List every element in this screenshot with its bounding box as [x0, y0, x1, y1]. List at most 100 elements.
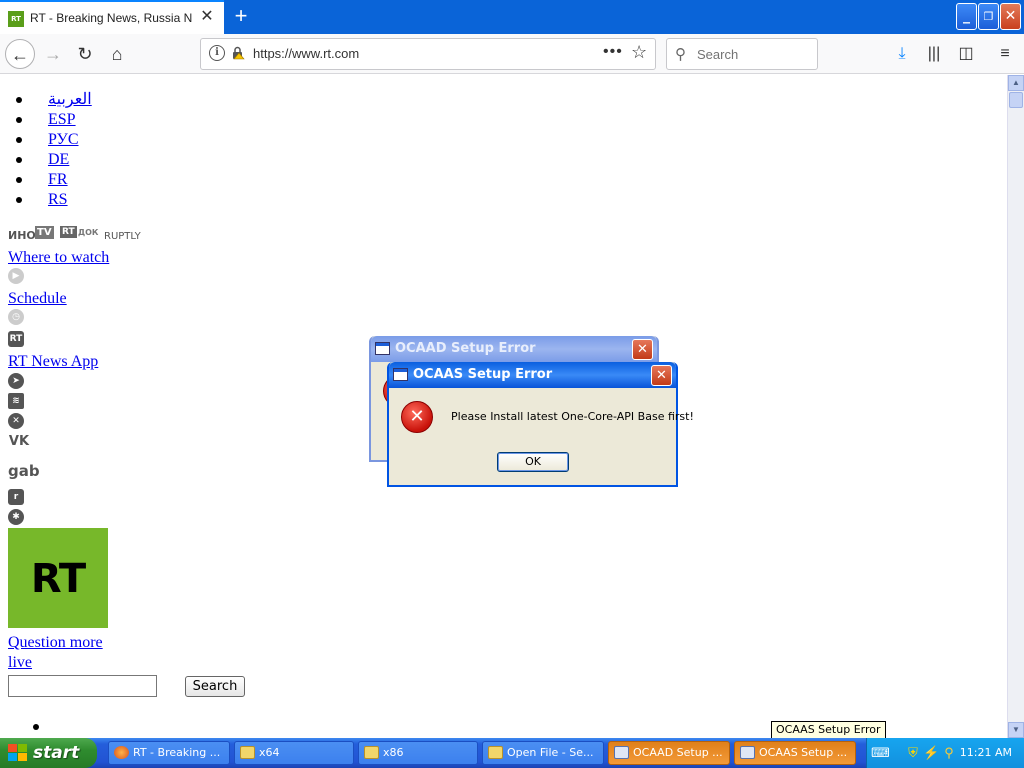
- site-search-button[interactable]: Search: [185, 676, 245, 697]
- keyboard-icon[interactable]: ⌨: [871, 745, 890, 761]
- url-text[interactable]: https://www.rt.com: [253, 46, 359, 61]
- language-list: العربية ESP РУС DE FR RS: [16, 90, 92, 210]
- taskbar-item-ocaas[interactable]: OCAAS Setup ...: [734, 741, 856, 765]
- taskbar-item-label: OCAAS Setup ...: [759, 746, 848, 759]
- start-button[interactable]: start: [0, 738, 97, 768]
- close-tab-icon[interactable]: ✕: [198, 8, 216, 26]
- folder-icon: [364, 746, 379, 759]
- minimize-window-button[interactable]: _: [956, 3, 977, 30]
- ruptly-logo[interactable]: RUPTLY: [104, 231, 141, 242]
- language-link-fr[interactable]: FR: [48, 171, 68, 188]
- firefox-icon: [114, 746, 129, 759]
- window-icon: [375, 342, 390, 355]
- taskbar-item-label: x86: [383, 746, 404, 759]
- live-link[interactable]: live: [8, 654, 32, 672]
- setup-icon: [740, 746, 755, 759]
- play-icon: ▶: [8, 268, 24, 284]
- rss-icon[interactable]: ≋: [8, 393, 24, 409]
- folder-icon: [240, 746, 255, 759]
- rumble-icon[interactable]: r: [8, 489, 24, 505]
- search-tray-icon[interactable]: ⚲: [941, 745, 957, 761]
- x-twitter-icon[interactable]: ✕: [8, 413, 24, 429]
- bookmark-star-icon[interactable]: ☆: [631, 42, 647, 63]
- scroll-down-arrow-icon[interactable]: ▼: [1008, 722, 1024, 738]
- taskbar-item-ocaad[interactable]: OCAAD Setup ...: [608, 741, 730, 765]
- taskbar-item-label: RT - Breaking ...: [133, 746, 221, 759]
- clock[interactable]: 11:21 AM: [960, 746, 1012, 759]
- site-search-input[interactable]: [8, 675, 157, 697]
- window-icon: [393, 368, 408, 381]
- library-icon[interactable]: |||: [922, 42, 946, 66]
- close-dialog-button[interactable]: ✕: [632, 339, 653, 360]
- taskbar-item-open-file[interactable]: Open File - Se...: [482, 741, 604, 765]
- network-icon[interactable]: ⚡: [923, 745, 939, 761]
- menu-hamburger-icon[interactable]: ≡: [993, 42, 1017, 66]
- reload-icon[interactable]: ↻: [70, 39, 100, 69]
- schedule-link[interactable]: Schedule: [8, 290, 67, 308]
- scrollbar-thumb[interactable]: [1009, 92, 1023, 108]
- telegram-icon[interactable]: ➤: [8, 373, 24, 389]
- language-link-de[interactable]: DE: [48, 151, 69, 168]
- list-bullet: [33, 724, 39, 730]
- inotv-logo[interactable]: ИНО: [8, 229, 36, 242]
- taskbar-item-label: OCAAD Setup ...: [633, 746, 723, 759]
- system-tray: ⌨ ⛨ ⚡ ⚲ 11:21 AM: [866, 738, 1024, 768]
- dialog-title: OCAAS Setup Error: [413, 367, 553, 382]
- taskbar-item-x86[interactable]: x86: [358, 741, 478, 765]
- where-to-watch-link[interactable]: Where to watch: [8, 249, 109, 267]
- url-bar[interactable]: i https://www.rt.com ••• ☆: [200, 38, 656, 70]
- list-item: العربية: [16, 90, 92, 110]
- browser-tab-rt[interactable]: RT RT - Breaking News, Russia News, Worl…: [0, 0, 224, 34]
- download-icon[interactable]: ⤓: [890, 42, 914, 66]
- taskbar-item-firefox[interactable]: RT - Breaking ...: [108, 741, 230, 765]
- language-link-rs[interactable]: RS: [48, 191, 68, 208]
- taskbar: start RT - Breaking ... x64 x86 Open Fil…: [0, 738, 1024, 768]
- windows-flag-icon: [8, 744, 28, 762]
- language-link-esp[interactable]: ESP: [48, 111, 76, 128]
- ocaas-error-dialog[interactable]: OCAAS Setup Error ✕ ✕ Please Install lat…: [387, 362, 694, 487]
- setup-icon: [614, 746, 629, 759]
- language-link-arabic[interactable]: العربية: [48, 91, 92, 108]
- dialog-title: OCAAD Setup Error: [395, 341, 536, 356]
- close-window-button[interactable]: ✕: [1000, 3, 1021, 30]
- taskbar-item-label: x64: [259, 746, 280, 759]
- rt-news-app-link[interactable]: RT News App: [8, 353, 98, 371]
- taskbar-item-x64[interactable]: x64: [234, 741, 354, 765]
- security-shield-icon[interactable]: ⛨: [905, 745, 921, 761]
- odysee-icon[interactable]: ✱: [8, 509, 24, 525]
- search-bar-placeholder: Search: [697, 47, 739, 62]
- list-item: RS: [16, 190, 92, 210]
- rt-logo[interactable]: RT: [8, 528, 108, 628]
- sidebar-icon[interactable]: ◫: [954, 42, 978, 66]
- rt-favicon-icon: RT: [8, 11, 24, 27]
- language-link-rus[interactable]: РУС: [48, 131, 79, 148]
- inotv-tv-logo[interactable]: TV: [35, 226, 54, 239]
- vk-icon[interactable]: VK: [8, 434, 30, 450]
- new-tab-plus-icon[interactable]: +: [230, 4, 252, 28]
- question-more-link[interactable]: Question more: [8, 634, 103, 652]
- rtdoc-logo[interactable]: RT: [60, 226, 77, 238]
- list-item: РУС: [16, 130, 92, 150]
- restore-window-button[interactable]: ❐: [978, 3, 999, 30]
- page-actions-icon[interactable]: •••: [603, 43, 623, 61]
- folder-icon: [488, 746, 503, 759]
- taskbar-item-label: Open File - Se...: [507, 746, 594, 759]
- dialog-titlebar[interactable]: OCAAS Setup Error ✕: [389, 362, 676, 388]
- browser-navbar: ← → ↻ ⌂ i https://www.rt.com ••• ☆ ⚲ Sea…: [0, 34, 1024, 74]
- dialog-titlebar[interactable]: OCAAD Setup Error ✕: [371, 336, 657, 362]
- home-icon[interactable]: ⌂: [102, 39, 132, 69]
- clock-icon: ◷: [8, 309, 24, 325]
- close-dialog-button[interactable]: ✕: [651, 365, 672, 386]
- list-item: ESP: [16, 110, 92, 130]
- scroll-up-arrow-icon[interactable]: ▲: [1008, 75, 1024, 91]
- back-arrow-icon[interactable]: ←: [5, 39, 35, 69]
- gab-icon[interactable]: gab: [8, 462, 40, 480]
- page-scrollbar[interactable]: ▲ ▼: [1007, 75, 1024, 738]
- forward-arrow-icon[interactable]: →: [38, 39, 68, 69]
- ok-button[interactable]: OK: [497, 452, 569, 472]
- taskbar-tooltip: OCAAS Setup Error: [771, 721, 886, 739]
- search-bar[interactable]: ⚲ Search: [666, 38, 818, 70]
- site-info-icon[interactable]: i: [209, 45, 225, 61]
- insecure-lock-icon[interactable]: [231, 46, 245, 60]
- rtdoc-doc-logo[interactable]: ДОК: [78, 228, 98, 237]
